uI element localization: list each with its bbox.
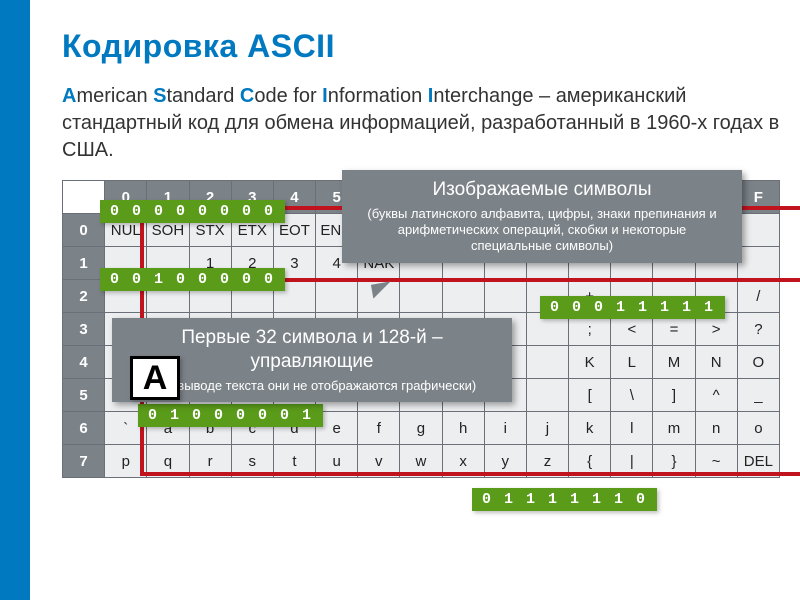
ascii-cell: h — [442, 412, 484, 445]
ascii-cell: _ — [737, 379, 779, 412]
col-f: F — [737, 181, 779, 214]
ascii-cell: M — [653, 346, 695, 379]
row-header: 2 — [63, 280, 105, 313]
page-title: Кодировка ASCII — [62, 28, 782, 65]
ascii-table-wrap: 0 1 2 3 4 5 6 7 8 9 A B C D E F 0NULSOHS… — [62, 180, 782, 478]
ascii-cell — [526, 346, 568, 379]
ascii-cell: O — [737, 346, 779, 379]
ascii-cell — [442, 280, 484, 313]
bits-label-1f: 0 0 0 1 1 1 1 1 — [540, 296, 725, 319]
row-header: 0 — [63, 214, 105, 247]
callout-printable-title: Изображаемые символы — [356, 178, 728, 202]
ascii-cell: k — [569, 412, 611, 445]
ascii-cell: p — [105, 445, 147, 478]
callout-printable: Изображаемые символы (буквы латинского а… — [342, 170, 742, 263]
ascii-cell: f — [358, 412, 400, 445]
ascii-cell: s — [231, 445, 273, 478]
ascii-cell — [316, 280, 358, 313]
initial-c: C — [240, 85, 254, 107]
row-header: 7 — [63, 445, 105, 478]
table-row: 7pqrstuvwxyz{|}~DEL — [63, 445, 780, 478]
ascii-cell: ? — [737, 313, 779, 346]
ascii-cell — [737, 247, 779, 280]
ascii-cell: u — [316, 445, 358, 478]
ascii-cell: } — [653, 445, 695, 478]
subtitle: American Standard Code for Information I… — [62, 83, 782, 164]
ascii-cell: DEL — [737, 445, 779, 478]
side-stripe — [0, 0, 30, 600]
ascii-cell: x — [442, 445, 484, 478]
ascii-cell: q — [147, 445, 189, 478]
ascii-cell: L — [611, 346, 653, 379]
ascii-cell: [ — [569, 379, 611, 412]
bits-label-7e: 0 1 1 1 1 1 1 0 — [472, 488, 657, 511]
ascii-cell: K — [569, 346, 611, 379]
ascii-cell: t — [273, 445, 315, 478]
ascii-cell: | — [611, 445, 653, 478]
callout-control-sub: (при выводе текста они не отображаются г… — [126, 378, 498, 394]
ascii-cell: m — [653, 412, 695, 445]
bits-label-20: 0 0 1 0 0 0 0 0 — [100, 268, 285, 291]
ascii-cell: ~ — [695, 445, 737, 478]
row-header: 3 — [63, 313, 105, 346]
ascii-cell: g — [400, 412, 442, 445]
row-header: 1 — [63, 247, 105, 280]
ascii-cell: r — [189, 445, 231, 478]
ascii-cell: ^ — [695, 379, 737, 412]
ascii-cell: o — [737, 412, 779, 445]
row-header: 6 — [63, 412, 105, 445]
ascii-cell: l — [611, 412, 653, 445]
callout-control-title: Первые 32 символа и 128-й – управляющие — [126, 326, 498, 374]
corner-cell — [63, 181, 105, 214]
ascii-cell — [400, 280, 442, 313]
callout-printable-sub: (буквы латинского алфавита, цифры, знаки… — [356, 206, 728, 255]
ascii-cell: ] — [653, 379, 695, 412]
ascii-cell: / — [737, 280, 779, 313]
ascii-cell: z — [526, 445, 568, 478]
initial-a: A — [62, 85, 76, 107]
ascii-cell — [737, 214, 779, 247]
ascii-cell: i — [484, 412, 526, 445]
slide-content: Кодировка ASCII American Standard Code f… — [62, 28, 782, 478]
ascii-cell: v — [358, 445, 400, 478]
ascii-cell: { — [569, 445, 611, 478]
bits-label-00: 0 0 0 0 0 0 0 0 — [100, 200, 285, 223]
ascii-cell — [526, 379, 568, 412]
ascii-cell — [484, 280, 526, 313]
ascii-cell: w — [400, 445, 442, 478]
row-header: 5 — [63, 379, 105, 412]
row-header: 4 — [63, 346, 105, 379]
example-char-box: A — [130, 356, 180, 400]
ascii-cell: N — [695, 346, 737, 379]
ascii-cell: \ — [611, 379, 653, 412]
bits-label-41: 0 1 0 0 0 0 0 1 — [138, 404, 323, 427]
ascii-cell: y — [484, 445, 526, 478]
ascii-cell: n — [695, 412, 737, 445]
initial-s: S — [153, 85, 166, 107]
ascii-cell: j — [526, 412, 568, 445]
